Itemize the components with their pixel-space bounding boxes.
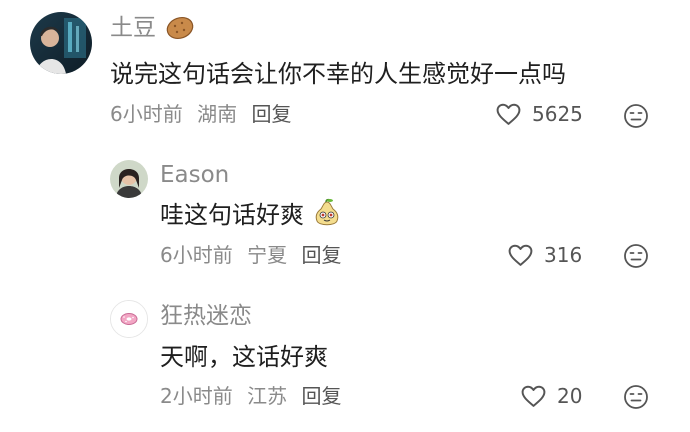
comment-text: 说完这句话会让你不幸的人生感觉好一点吗 xyxy=(110,60,566,88)
comment-meta: 6小时前 湖南 回复 xyxy=(110,104,299,124)
comment-time: 6小时前 xyxy=(160,243,233,267)
comment-meta: 2小时前 江苏 回复 xyxy=(160,386,349,406)
reply-button[interactable]: 回复 xyxy=(301,243,341,267)
comment-time: 2小时前 xyxy=(160,384,233,408)
dislike-face-icon[interactable] xyxy=(623,103,649,129)
comment-location: 江苏 xyxy=(247,384,288,408)
comment-meta: 6小时前 宁夏 回复 xyxy=(160,245,349,265)
avatar[interactable] xyxy=(110,160,148,198)
pear-face-emoji xyxy=(315,198,338,226)
comment-text: 哇这句话好爽 xyxy=(160,198,342,228)
like-count: 316 xyxy=(544,243,583,267)
username[interactable]: 土豆 xyxy=(110,17,195,40)
like-count: 20 xyxy=(557,384,583,408)
comment-text: 天啊，这话好爽 xyxy=(160,343,328,371)
comment-location: 湖南 xyxy=(197,102,238,126)
dislike-face-icon[interactable] xyxy=(623,384,649,410)
reply-button[interactable]: 回复 xyxy=(251,102,291,126)
heart-outline-icon xyxy=(496,103,521,125)
username[interactable]: Eason xyxy=(160,164,229,187)
avatar[interactable] xyxy=(110,300,148,338)
potato-emoji xyxy=(167,16,194,39)
avatar[interactable] xyxy=(30,12,92,74)
reply-button[interactable]: 回复 xyxy=(301,384,341,408)
dislike-face-icon[interactable] xyxy=(623,243,649,269)
like-button[interactable]: 20 xyxy=(520,384,582,408)
like-count: 5625 xyxy=(532,102,583,126)
comment-time: 6小时前 xyxy=(110,102,183,126)
username[interactable]: 狂热迷恋 xyxy=(160,305,252,328)
like-button[interactable]: 316 xyxy=(507,243,582,267)
heart-outline-icon xyxy=(508,244,533,266)
like-button[interactable]: 5625 xyxy=(495,102,583,126)
heart-outline-icon xyxy=(521,385,546,407)
comment-location: 宁夏 xyxy=(247,243,288,267)
